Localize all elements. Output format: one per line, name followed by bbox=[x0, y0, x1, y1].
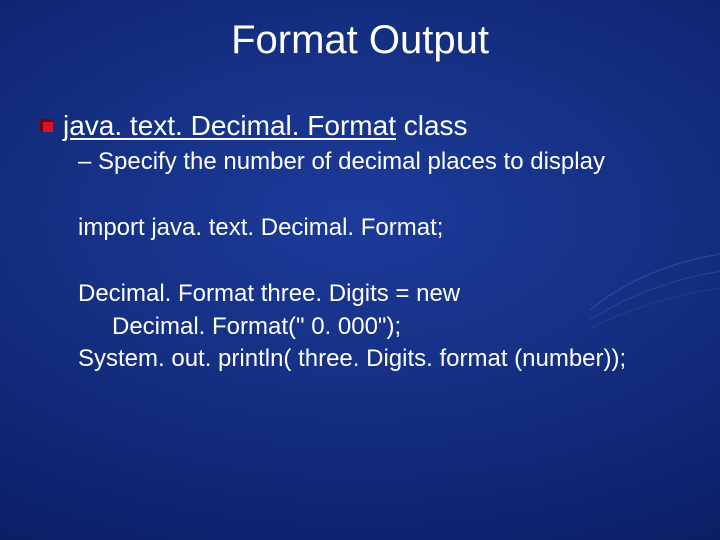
bullet-level1: java. text. Decimal. Format class bbox=[40, 110, 690, 142]
slide-body: java. text. Decimal. Format class – Spec… bbox=[40, 110, 690, 376]
class-word: class bbox=[396, 110, 468, 141]
square-bullet-icon bbox=[40, 119, 53, 132]
bullet-text: java. text. Decimal. Format class bbox=[63, 110, 468, 142]
blank-line bbox=[78, 244, 690, 278]
class-name-underlined: java. text. Decimal. Format bbox=[63, 110, 396, 141]
code-declaration-continuation: Decimal. Format(" 0. 000"); bbox=[78, 311, 690, 343]
code-declaration-line: Decimal. Format three. Digits = new bbox=[78, 278, 690, 310]
code-block: import java. text. Decimal. Format; Deci… bbox=[78, 212, 690, 376]
sub-bullet: – Specify the number of decimal places t… bbox=[78, 148, 690, 176]
code-import-line: import java. text. Decimal. Format; bbox=[78, 212, 690, 244]
slide: Format Output java. text. Decimal. Forma… bbox=[0, 0, 720, 540]
slide-title: Format Output bbox=[0, 18, 720, 63]
code-println-line: System. out. println( three. Digits. for… bbox=[78, 343, 690, 375]
